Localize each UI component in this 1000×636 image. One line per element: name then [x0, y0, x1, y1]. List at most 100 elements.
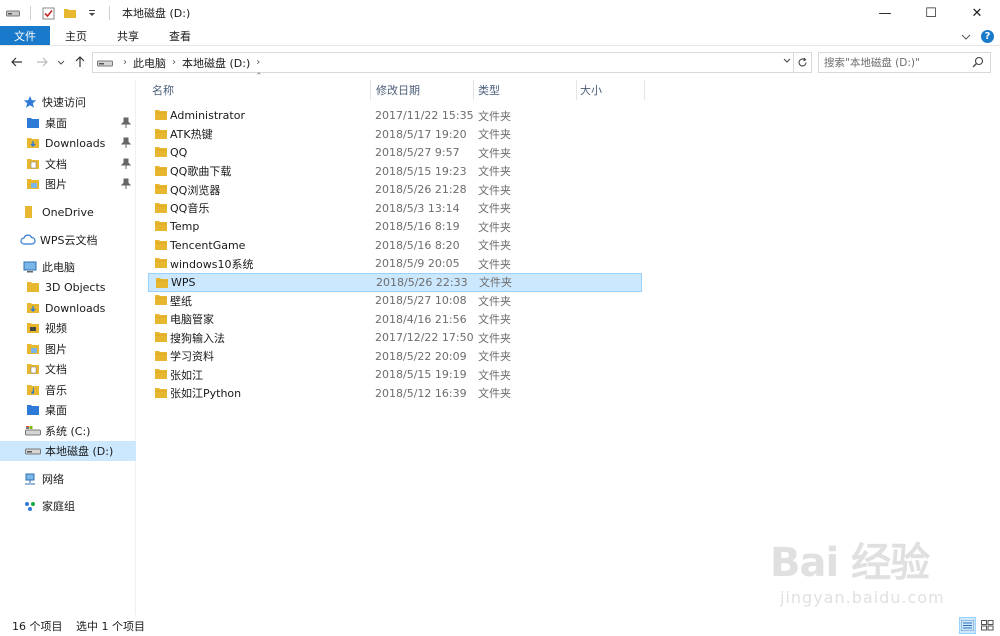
sidebar-item-music[interactable]: 音乐 [0, 380, 136, 400]
expand-ribbon-icon[interactable] [961, 30, 971, 43]
chevron-down-icon[interactable] [783, 56, 791, 66]
file-row[interactable]: WPS 2018/5/26 22:33 文件夹 [148, 272, 642, 292]
properties-icon[interactable] [41, 6, 55, 20]
column-header-modified[interactable]: 修改日期 [376, 80, 420, 100]
file-name: QQ歌曲下载 [170, 165, 232, 178]
chevron-right-icon[interactable]: › [172, 57, 176, 68]
file-row[interactable]: ATK热键 2018/5/17 19:20 文件夹 [148, 125, 642, 144]
sidebar-item-label: 本地磁盘 (D:) [45, 445, 114, 458]
sidebar-item-local-disk-d[interactable]: 本地磁盘 (D:) [0, 441, 136, 461]
file-row[interactable]: 壁纸 2018/5/27 10:08 文件夹 [148, 291, 642, 310]
back-icon[interactable] [8, 52, 26, 72]
sidebar-item-downloads[interactable]: Downloads [0, 298, 136, 318]
file-row[interactable]: 张如江 2018/5/15 19:19 文件夹 [148, 365, 642, 384]
file-row[interactable]: 学习资料 2018/5/22 20:09 文件夹 [148, 347, 642, 366]
chevron-right-icon[interactable]: › [123, 57, 127, 68]
view-switcher [959, 617, 996, 634]
sidebar-item-this-pc[interactable]: 此电脑 [0, 257, 136, 277]
sidebar-item-label: 文档 [45, 158, 67, 171]
folder-icon [154, 294, 168, 306]
column-header-name[interactable]: 名称 [152, 80, 174, 100]
file-row[interactable]: windows10系统 2018/5/9 20:05 文件夹 [148, 254, 642, 273]
column-divider[interactable] [370, 80, 371, 100]
drive-icon[interactable] [6, 6, 20, 20]
tab-file[interactable]: 文件 [0, 26, 50, 45]
maximize-button[interactable]: ☐ [908, 0, 954, 26]
picture-folder-icon [25, 176, 41, 192]
sidebar-item-videos[interactable]: 视频 [0, 318, 136, 338]
file-row[interactable]: TencentGame 2018/5/16 8:20 文件夹 [148, 236, 642, 255]
window-controls: — ☐ ✕ [862, 0, 1000, 26]
file-row[interactable]: QQ 2018/5/27 9:57 文件夹 [148, 143, 642, 162]
search-input[interactable] [824, 56, 964, 69]
sidebar-item-label: 音乐 [45, 384, 67, 397]
pin-icon[interactable] [120, 117, 132, 129]
recent-locations-icon[interactable] [55, 52, 67, 72]
sidebar-item-pictures-pinned[interactable]: 图片 [0, 174, 136, 194]
minimize-button[interactable]: — [862, 0, 908, 26]
search-box[interactable] [818, 52, 991, 73]
folder-icon [154, 257, 168, 269]
folder-icon [154, 350, 168, 362]
column-divider[interactable] [473, 80, 474, 100]
help-icon[interactable]: ? [981, 29, 994, 43]
file-row[interactable]: QQ浏览器 2018/5/26 21:28 文件夹 [148, 180, 642, 199]
sidebar-item-network[interactable]: 网络 [0, 469, 136, 489]
pin-icon[interactable] [120, 158, 132, 170]
details-view-icon[interactable] [959, 617, 976, 634]
drive-icon [25, 443, 41, 459]
breadcrumb-drive-d[interactable]: 本地磁盘 (D:) [182, 55, 250, 71]
file-type: 文件夹 [478, 368, 511, 382]
search-icon[interactable] [972, 56, 984, 68]
large-icons-view-icon[interactable] [979, 617, 996, 634]
file-row[interactable]: QQ音乐 2018/5/3 13:14 文件夹 [148, 199, 642, 218]
customize-dropdown-icon[interactable] [85, 6, 99, 20]
file-row[interactable]: Temp 2018/5/16 8:19 文件夹 [148, 217, 642, 236]
folder-icon [154, 387, 168, 399]
sidebar-item-desktop[interactable]: 桌面 [0, 400, 136, 420]
file-type: 文件夹 [478, 128, 511, 141]
chevron-right-icon[interactable]: › [256, 57, 260, 68]
picture-folder-icon [25, 341, 41, 357]
column-header-size[interactable]: 大小 [580, 80, 602, 100]
pin-icon[interactable] [120, 137, 132, 149]
file-type: 文件夹 [478, 387, 511, 400]
address-bar[interactable]: › 此电脑 › 本地磁盘 (D:) › [92, 52, 794, 73]
up-icon[interactable] [71, 52, 89, 72]
tab-home[interactable]: 主页 [50, 26, 102, 45]
sidebar-item-label: 网络 [42, 473, 64, 486]
folder-icon [25, 115, 41, 131]
close-button[interactable]: ✕ [954, 0, 1000, 26]
watermark-logo-text: Bai 经验 [770, 540, 930, 586]
sidebar-item-3d-objects[interactable]: 3D Objects [0, 277, 136, 297]
sidebar-item-desktop-pinned[interactable]: 桌面 [0, 113, 136, 133]
tab-view[interactable]: 查看 [154, 26, 206, 45]
file-modified-date: 2018/5/27 10:08 [375, 294, 467, 307]
file-row[interactable]: 张如江Python 2018/5/12 16:39 文件夹 [148, 384, 642, 403]
file-modified-date: 2018/5/12 16:39 [375, 386, 467, 400]
file-row[interactable]: Administrator 2017/11/22 15:35 文件夹 [148, 106, 642, 125]
sidebar-item-downloads-pinned[interactable]: Downloads [0, 133, 136, 153]
file-row[interactable]: 电脑管家 2018/4/16 21:56 文件夹 [148, 310, 642, 329]
file-row[interactable]: QQ歌曲下载 2018/5/15 19:23 文件夹 [148, 162, 642, 181]
sidebar-item-wps-cloud[interactable]: WPS云文档 [0, 230, 136, 250]
file-row[interactable]: 搜狗输入法 2017/12/22 17:50 文件夹 [148, 328, 642, 347]
sidebar-item-system-c[interactable]: 系统 (C:) [0, 421, 136, 441]
pin-icon[interactable] [120, 178, 132, 190]
sidebar-item-homegroup[interactable]: 家庭组 [0, 496, 136, 516]
column-divider[interactable] [576, 80, 577, 100]
refresh-icon[interactable] [794, 52, 812, 73]
new-folder-icon[interactable] [63, 6, 77, 20]
sidebar-item-documents[interactable]: 文档 [0, 359, 136, 379]
sidebar-item-onedrive[interactable]: OneDrive [0, 202, 136, 222]
sidebar-item-documents-pinned[interactable]: 文档 [0, 154, 136, 174]
file-name: Temp [170, 220, 200, 233]
tab-share[interactable]: 共享 [102, 26, 154, 45]
sidebar-item-quick-access[interactable]: 快速访问 [0, 92, 136, 112]
column-divider[interactable] [644, 80, 645, 100]
column-header-type[interactable]: 类型 [478, 80, 500, 100]
breadcrumb-this-pc[interactable]: 此电脑 [133, 55, 166, 71]
sidebar-item-pictures[interactable]: 图片 [0, 339, 136, 359]
forward-icon[interactable] [33, 52, 51, 72]
sidebar-item-label: 家庭组 [42, 500, 75, 513]
